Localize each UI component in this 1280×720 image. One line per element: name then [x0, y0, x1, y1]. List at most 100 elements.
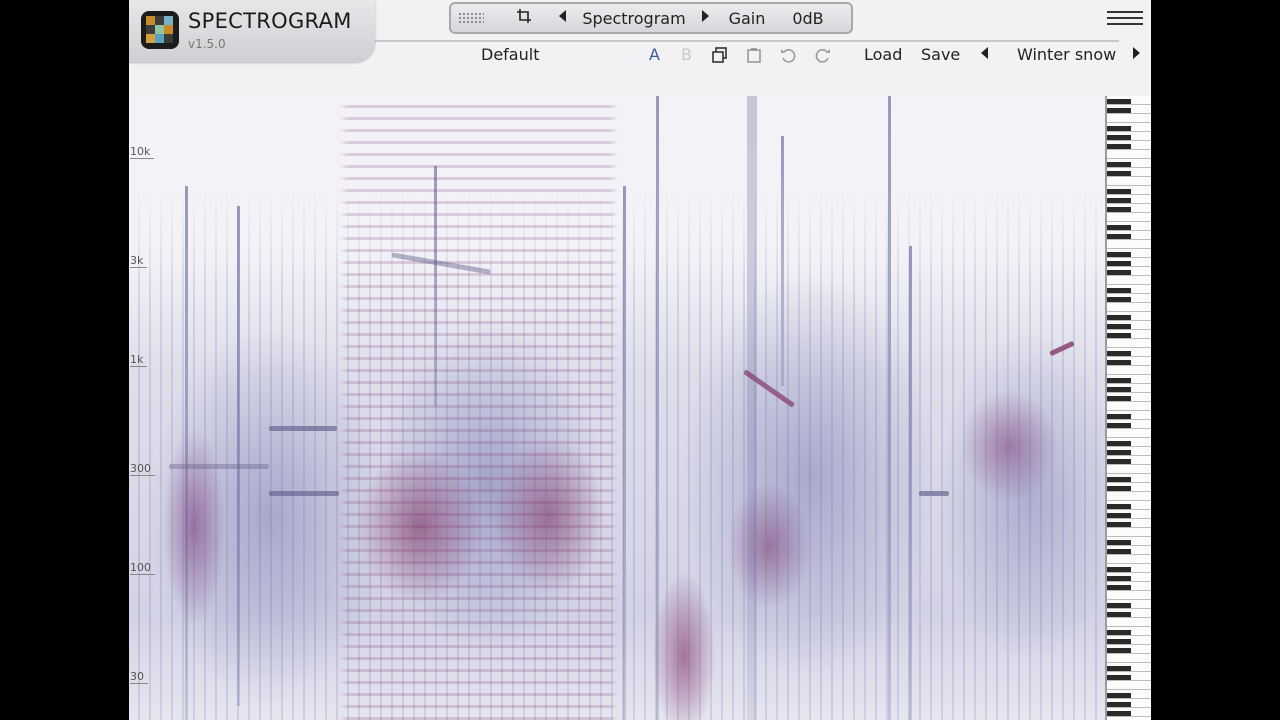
top-toolbar: Spectrogram Gain 0dB	[449, 2, 853, 34]
piano-black-key[interactable]	[1107, 639, 1131, 644]
spectral-spike	[237, 206, 240, 706]
preset-current[interactable]: Default	[481, 45, 539, 65]
harmonic-line	[742, 369, 796, 408]
freq-label-300: 300	[130, 462, 155, 476]
piano-black-key[interactable]	[1107, 648, 1131, 653]
spectral-spike	[185, 186, 188, 720]
spectral-spike	[888, 96, 891, 720]
piano-black-key[interactable]	[1107, 711, 1131, 716]
harmonic-line	[269, 426, 337, 431]
undo-icon[interactable]	[780, 47, 796, 63]
ab-b-button[interactable]: B	[681, 45, 692, 65]
spectral-spike	[623, 186, 626, 720]
spectral-spike	[434, 166, 437, 406]
piano-black-key[interactable]	[1107, 297, 1131, 302]
piano-black-key[interactable]	[1107, 252, 1131, 257]
piano-black-key[interactable]	[1107, 513, 1131, 518]
freq-label-30: 30	[130, 670, 148, 684]
app-logo	[141, 11, 179, 49]
piano-black-key[interactable]	[1107, 477, 1131, 482]
piano-black-key[interactable]	[1107, 126, 1131, 131]
piano-black-key[interactable]	[1107, 522, 1131, 527]
piano-black-key[interactable]	[1107, 315, 1131, 320]
piano-black-key[interactable]	[1107, 207, 1131, 212]
piano-keyboard[interactable]	[1105, 96, 1151, 720]
app-version: v1.5.0	[188, 37, 226, 51]
piano-black-key[interactable]	[1107, 603, 1131, 608]
piano-black-key[interactable]	[1107, 567, 1131, 572]
piano-black-key[interactable]	[1107, 378, 1131, 383]
piano-black-key[interactable]	[1107, 144, 1131, 149]
spectral-spike	[656, 96, 659, 720]
harmonic-line	[269, 491, 339, 496]
piano-black-key[interactable]	[1107, 198, 1131, 203]
piano-black-key[interactable]	[1107, 441, 1131, 446]
paste-icon[interactable]	[746, 47, 762, 63]
piano-black-key[interactable]	[1107, 189, 1131, 194]
piano-black-key[interactable]	[1107, 162, 1131, 167]
preset-name[interactable]: Winter snow	[1017, 45, 1116, 65]
piano-black-key[interactable]	[1107, 540, 1131, 545]
harmonic-line	[1049, 340, 1075, 357]
ab-a-button[interactable]: A	[649, 45, 660, 65]
piano-black-key[interactable]	[1107, 612, 1131, 617]
piano-black-key[interactable]	[1107, 261, 1131, 266]
copy-icon[interactable]	[712, 47, 728, 63]
crop-icon[interactable]	[512, 9, 536, 27]
preset-next-icon[interactable]	[1132, 45, 1142, 65]
redo-icon[interactable]	[815, 47, 831, 63]
piano-black-key[interactable]	[1107, 351, 1131, 356]
piano-black-key[interactable]	[1107, 459, 1131, 464]
spectral-spike	[781, 136, 784, 386]
view-mode-label[interactable]: Spectrogram	[572, 9, 696, 28]
spectral-spike	[747, 96, 757, 720]
freq-label-1k: 1k	[130, 353, 148, 367]
piano-black-key[interactable]	[1107, 549, 1131, 554]
header-divider	[359, 40, 1119, 42]
piano-black-key[interactable]	[1107, 135, 1131, 140]
piano-black-key[interactable]	[1107, 225, 1131, 230]
piano-black-key[interactable]	[1107, 630, 1131, 635]
piano-black-key[interactable]	[1107, 693, 1131, 698]
piano-black-key[interactable]	[1107, 666, 1131, 671]
harmonic-line	[919, 491, 949, 496]
spectrogram-display[interactable]	[129, 96, 1105, 720]
piano-black-key[interactable]	[1107, 576, 1131, 581]
chevron-right-icon[interactable]	[696, 9, 716, 27]
piano-black-key[interactable]	[1107, 423, 1131, 428]
preset-prev-icon[interactable]	[979, 45, 989, 65]
save-button[interactable]: Save	[921, 45, 960, 65]
piano-black-key[interactable]	[1107, 270, 1131, 275]
harmonic-line	[391, 252, 491, 275]
piano-black-key[interactable]	[1107, 360, 1131, 365]
chevron-left-icon[interactable]	[552, 9, 572, 27]
piano-black-key[interactable]	[1107, 585, 1131, 590]
load-button[interactable]: Load	[864, 45, 902, 65]
piano-black-key[interactable]	[1107, 486, 1131, 491]
piano-black-key[interactable]	[1107, 675, 1131, 680]
freq-label-3k: 3k	[130, 254, 148, 268]
hamburger-menu-icon[interactable]	[1107, 11, 1143, 27]
piano-black-key[interactable]	[1107, 387, 1131, 392]
app-title: SPECTROGRAM	[188, 9, 352, 33]
piano-black-key[interactable]	[1107, 324, 1131, 329]
plugin-window: SPECTROGRAM v1.5.0 Spectrogram Gain 0dB …	[129, 0, 1151, 720]
piano-black-key[interactable]	[1107, 504, 1131, 509]
brand-panel: SPECTROGRAM v1.5.0	[129, 0, 375, 62]
piano-black-key[interactable]	[1107, 108, 1131, 113]
freq-label-10k: 10k	[130, 145, 155, 159]
piano-black-key[interactable]	[1107, 99, 1131, 104]
harmonic-line	[169, 464, 269, 469]
piano-black-key[interactable]	[1107, 171, 1131, 176]
grip-icon[interactable]	[458, 12, 484, 24]
piano-black-key[interactable]	[1107, 414, 1131, 419]
piano-black-key[interactable]	[1107, 702, 1131, 707]
piano-black-key[interactable]	[1107, 333, 1131, 338]
piano-black-key[interactable]	[1107, 288, 1131, 293]
gain-label: Gain	[728, 8, 766, 28]
piano-black-key[interactable]	[1107, 234, 1131, 239]
piano-black-key[interactable]	[1107, 450, 1131, 455]
spectral-spike	[909, 246, 912, 720]
gain-value[interactable]: 0dB	[778, 9, 838, 28]
piano-black-key[interactable]	[1107, 396, 1131, 401]
